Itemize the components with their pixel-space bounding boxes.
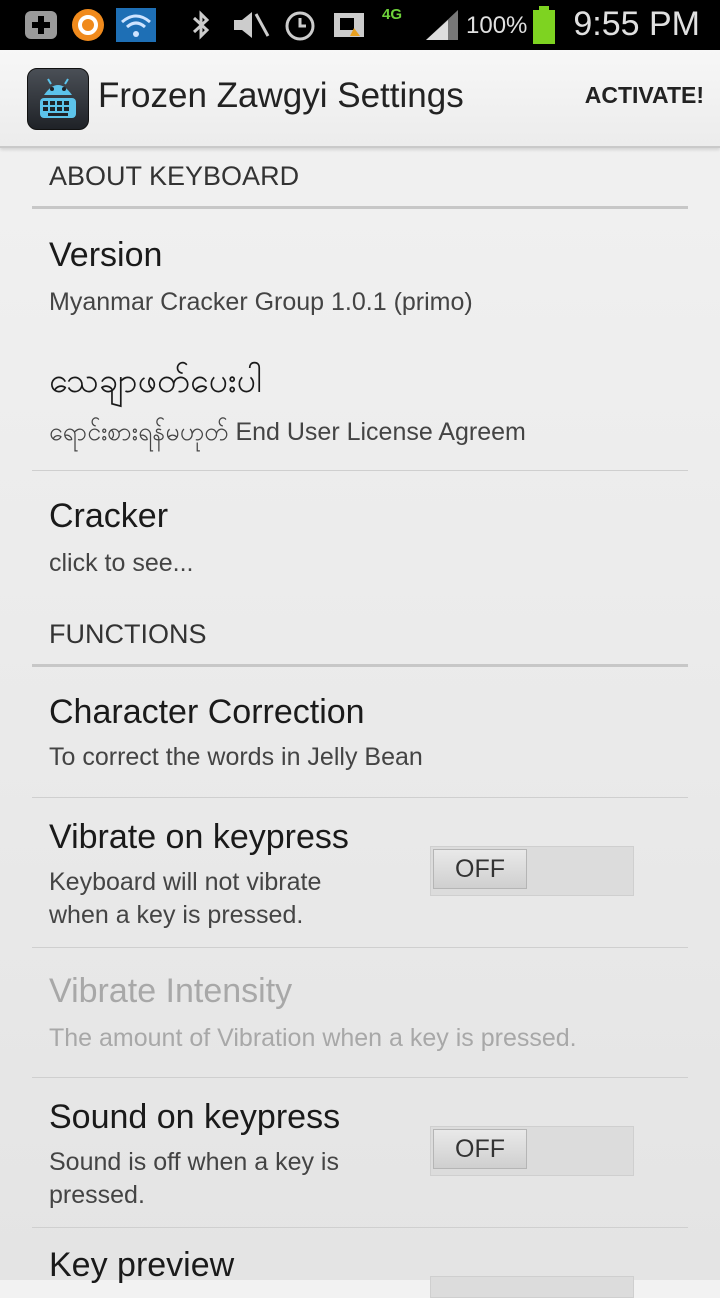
pref-summary: Keyboard will not vibrate <box>49 868 322 896</box>
pref-summary: ရောင်းစားရန်မဟုတ် End User License Agree… <box>49 418 526 446</box>
pref-title: Vibrate on keypress <box>49 818 349 856</box>
pref-title: Key preview <box>49 1246 235 1284</box>
pref-summary: Sound is off when a key is <box>49 1148 339 1176</box>
pref-summary: Myanmar Cracker Group 1.0.1 (primo) <box>49 288 473 316</box>
signal-icon <box>424 8 460 42</box>
alarm-icon <box>282 8 318 42</box>
pref-summary: To correct the words in Jelly Bean <box>49 743 423 771</box>
toggle-thumb: OFF <box>433 849 527 889</box>
pref-title: Version <box>49 236 163 274</box>
keyboard-app-icon[interactable] <box>27 68 89 130</box>
sound-toggle[interactable]: OFF <box>430 1126 634 1176</box>
mute-icon <box>230 8 270 42</box>
action-bar: Frozen Zawgyi Settings ACTIVATE! <box>0 50 720 148</box>
page-title: Frozen Zawgyi Settings <box>98 76 464 115</box>
pref-summary-line2: pressed. <box>49 1181 145 1209</box>
pref-vibrate-on-keypress[interactable]: Vibrate on keypress Keyboard will not vi… <box>32 798 688 948</box>
pref-title: Cracker <box>49 497 169 535</box>
category-label: FUNCTIONS <box>49 619 207 649</box>
avast-icon <box>70 8 106 42</box>
pref-title: Sound on keypress <box>49 1098 341 1136</box>
pref-title: Character Correction <box>49 693 365 731</box>
wifi-icon <box>116 8 156 42</box>
pref-summary: The amount of Vibration when a key is pr… <box>49 1024 577 1052</box>
bluetooth-icon <box>190 8 212 42</box>
category-about-keyboard: ABOUT KEYBOARD <box>32 148 688 209</box>
pref-character-correction[interactable]: Character Correction To correct the word… <box>32 667 688 798</box>
pref-key-preview[interactable]: Key preview <box>32 1228 688 1298</box>
pref-version[interactable]: Version Myanmar Cracker Group 1.0.1 (pri… <box>32 210 688 330</box>
battery-icon <box>532 6 556 44</box>
activate-button[interactable]: ACTIVATE! <box>585 82 704 109</box>
clock-time: 9:55 PM <box>573 5 700 43</box>
pref-sound-on-keypress[interactable]: Sound on keypress Sound is off when a ke… <box>32 1078 688 1228</box>
key-preview-toggle[interactable] <box>430 1276 634 1298</box>
category-functions: FUNCTIONS <box>32 606 688 667</box>
pref-vibrate-intensity: Vibrate Intensity The amount of Vibratio… <box>32 948 688 1078</box>
pref-summary-line2: when a key is pressed. <box>49 901 304 929</box>
toggle-thumb: OFF <box>433 1129 527 1169</box>
network-4g-label: 4G <box>382 6 403 23</box>
add-icon <box>24 8 58 42</box>
pref-cracker[interactable]: Cracker click to see... <box>32 471 688 606</box>
category-label: ABOUT KEYBOARD <box>49 161 300 191</box>
pref-title: သေချာဖတ်ပေးပါ <box>49 361 262 401</box>
pref-title: Vibrate Intensity <box>49 972 293 1010</box>
vibrate-toggle[interactable]: OFF <box>430 846 634 896</box>
battery-percent: 100% <box>466 12 528 39</box>
screenshot-icon <box>332 8 366 42</box>
pref-eula[interactable]: သေချာဖတ်ပေးပါ ရောင်းစားရန်မဟုတ် End User… <box>32 330 688 471</box>
pref-summary: click to see... <box>49 549 194 577</box>
status-bar: 4G 100% 9:55 PM <box>0 0 720 50</box>
